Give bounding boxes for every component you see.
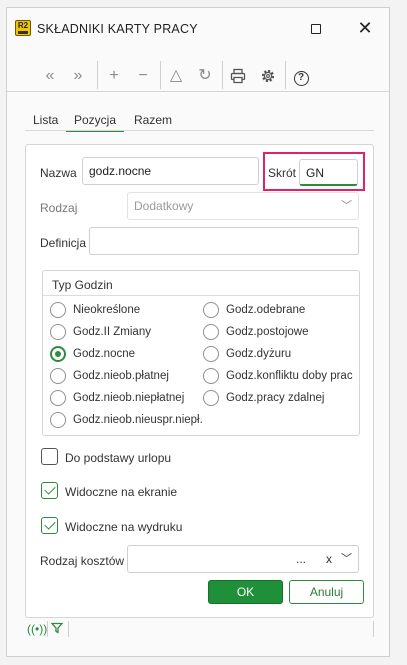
toolbar-divider [285,61,286,89]
radio-label: Godz.konfliktu doby prac [226,370,353,382]
toolbar: « » + − △ ↻ ? [7,58,389,92]
up-button[interactable]: △ [165,66,187,86]
cancel-button[interactable]: Anuluj [289,580,364,604]
chevron-down-icon: ﹀ [341,200,352,212]
radio-circle [50,390,66,406]
checkbox-label: Widoczne na ekranie [65,485,178,499]
close-icon: ✕ [357,18,373,38]
status-divider [68,621,69,637]
print-button[interactable] [227,66,249,86]
name-input[interactable]: godz.nocne [82,157,259,185]
plus-icon: + [109,67,119,84]
name-label: Nazwa [40,166,77,180]
short-code-label: Skrót [268,166,297,180]
first-record-button[interactable]: « [39,66,61,86]
printer-icon [230,68,246,84]
radio-label: Godz.II Zmiany [73,326,151,338]
tab-pozycja[interactable]: Pozycja [66,112,125,132]
refresh-button[interactable]: ↻ [194,66,216,86]
checkbox-label: Widoczne na wydruku [65,520,183,534]
toolbar-divider [160,61,161,89]
settings-button[interactable] [257,66,279,86]
radio-label: Nieokreślone [73,304,141,316]
title-bar: R2 SKŁADNIKI KARTY PRACY ✕ [7,8,389,44]
radio-label: Godz.dyżuru [226,348,292,360]
tab-razem[interactable]: Razem [126,112,180,132]
chevron-down-icon[interactable]: ﹀ [341,546,352,572]
help-icon: ? [293,71,309,86]
radio-circle [203,302,219,318]
close-button[interactable]: ✕ [350,16,380,40]
triangle-up-icon: △ [169,67,183,84]
cost-type-clear-button[interactable]: x [326,546,332,572]
connection-signal-icon: ((•)) [27,622,48,636]
position-panel: Nazwa godz.nocne Skrót GN Rodzaj Dodatko… [25,144,374,618]
double-chevron-left-icon: « [45,67,55,84]
cost-type-more-button[interactable]: ... [296,546,306,572]
dialog-window: R2 SKŁADNIKI KARTY PRACY ✕ « » + − △ ↻ ?… [6,7,390,657]
radio-circle [50,368,66,384]
window-title: SKŁADNIKI KARTY PRACY [37,22,198,36]
radio-label: Godz.postojowe [226,326,309,338]
tab-lista[interactable]: Lista [25,112,66,132]
refresh-icon: ↻ [198,67,212,84]
status-divider [373,621,374,637]
short-code-input[interactable]: GN [299,159,358,186]
type-select-value: Dodatkowy [134,199,194,213]
help-button[interactable]: ? [290,66,312,86]
hour-type-group-title: Typ Godzin [52,278,113,292]
maximize-icon [311,24,321,35]
cost-type-select[interactable]: ... x ﹀ [127,545,359,573]
app-logo-icon: R2 [15,20,31,36]
hour-type-group: Typ Godzin Nieokreślone Godz.II Zmiany G… [42,270,360,436]
gear-icon [261,69,275,83]
radio-circle [50,324,66,340]
ok-button[interactable]: OK [208,580,283,604]
radio-circle [203,368,219,384]
type-label: Rodzaj [40,201,78,215]
checkbox-label: Do podstawy urlopu [65,451,172,465]
radio-circle [203,324,219,340]
last-record-button[interactable]: » [67,66,89,86]
toolbar-divider [222,61,223,89]
double-chevron-right-icon: » [73,67,83,84]
checkbox-box-checked [41,482,58,499]
radio-circle [203,390,219,406]
status-bar: ((•)) [7,619,389,641]
checkbox-box-checked [41,517,58,534]
cost-type-label: Rodzaj kosztów [40,554,125,568]
definition-input[interactable] [89,227,359,255]
radio-label: Godz.odebrane [226,304,306,316]
status-divider [47,621,48,637]
definition-label: Definicja [40,236,87,250]
maximize-button[interactable] [301,16,331,40]
radio-circle-selected [50,346,66,362]
radio-label: Godz.nieob.nieuspr.niepł. [73,414,203,426]
remove-button[interactable]: − [132,66,154,86]
checkbox-box [41,448,58,465]
filter-icon[interactable] [50,622,64,637]
radio-circle [50,302,66,318]
radio-label: Godz.nieob.płatnej [73,370,169,382]
radio-circle [203,346,219,362]
minus-icon: − [138,67,148,84]
type-select[interactable]: Dodatkowy ﹀ [127,192,359,220]
radio-label: Godz.nocne [73,348,136,360]
radio-circle [50,412,66,428]
tab-divider [25,130,374,131]
hour-type-group-header: Typ Godzin [43,271,359,296]
add-button[interactable]: + [103,66,125,86]
radio-label: Godz.nieob.niepłatnej [73,392,185,404]
toolbar-divider [97,61,98,89]
radio-label: Godz.pracy zdalnej [226,392,325,404]
